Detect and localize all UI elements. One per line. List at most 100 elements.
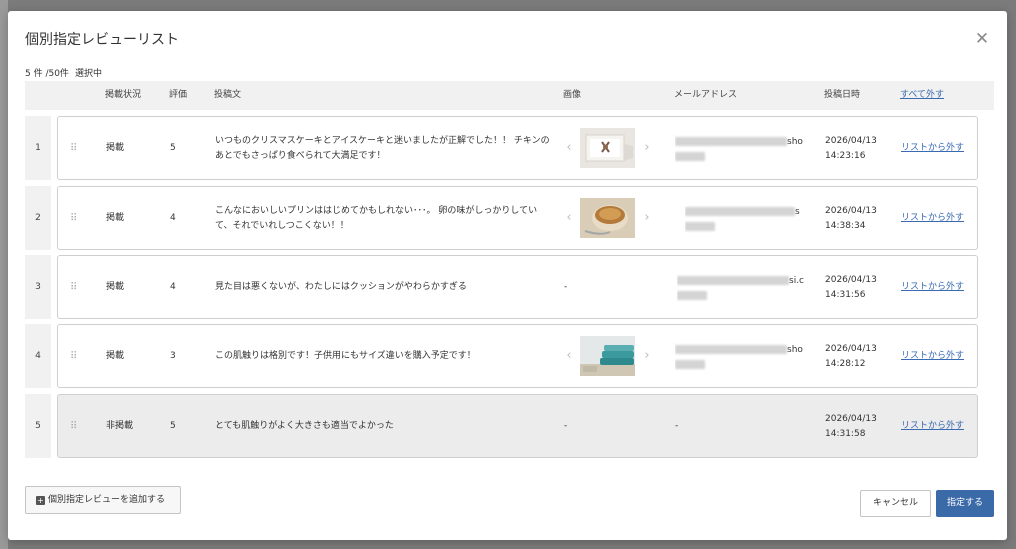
drag-handle-icon[interactable]: ⠿ — [70, 213, 78, 225]
selection-count-label: 選択中 — [74, 69, 102, 79]
background-page-edge — [0, 0, 8, 549]
row-date: 2026/04/13 14:31:58 — [825, 412, 877, 442]
review-list-modal: 個別指定レビューリスト ✕ 5 件 /50件 選択中 掲載状況 評価 投稿文 画像… — [8, 11, 1007, 540]
row-image-empty: - — [564, 282, 568, 292]
chevron-left-icon[interactable]: ‹ — [564, 348, 574, 363]
table-row: 4 ⠿ 掲載 3 この肌触りは格別です！子供用にもサイズ違いを購入予定です！ ‹ — [25, 324, 978, 388]
close-icon[interactable]: ✕ — [972, 29, 992, 49]
review-card: ⠿ 掲載 4 こんなにおいしいプリンははじめてかもしれない･･･。 卵の味がしっ… — [57, 186, 978, 250]
remove-all-link[interactable]: すべて外す — [900, 81, 944, 110]
row-image-empty: - — [564, 421, 568, 431]
row-date-time: 14:23:16 — [825, 151, 866, 161]
row-email: sho — [675, 135, 803, 165]
header-date: 投稿日時 — [824, 90, 861, 100]
row-text: この肌触りは格別です！子供用にもサイズ違いを購入予定です！ — [215, 351, 476, 361]
drag-handle-icon[interactable]: ⠿ — [70, 351, 78, 363]
cancel-button[interactable]: キャンセル — [860, 490, 931, 517]
row-text: こんなにおいしいプリンははじめてかもしれない･･･。 卵の味がしっかりしていて、… — [215, 206, 538, 231]
remove-from-list-link[interactable]: リストから外す — [901, 117, 964, 179]
row-number: 5 — [25, 394, 51, 458]
selection-count-value: 5 件 /50件 — [25, 69, 69, 79]
row-date-day: 2026/04/13 — [825, 344, 877, 354]
row-number: 4 — [25, 324, 51, 388]
image-carousel: ‹ › — [564, 198, 652, 238]
image-carousel: ‹ › — [564, 336, 652, 376]
row-rating: 5 — [170, 143, 176, 153]
row-text: とても肌触りがよく大きさも適当でよかった — [215, 421, 394, 431]
drag-handle-icon[interactable]: ⠿ — [70, 282, 78, 294]
row-status: 掲載 — [106, 143, 125, 153]
email-suffix: si.c — [789, 276, 804, 286]
table-row: 2 ⠿ 掲載 4 こんなにおいしいプリンははじめてかもしれない･･･。 卵の味が… — [25, 186, 978, 250]
row-rating: 3 — [170, 351, 176, 361]
row-email: sho — [675, 343, 803, 373]
email-redacted — [685, 207, 795, 216]
review-card: ⠿ 非掲載 5 とても肌触りがよく大きさも適当でよかった - - 2026/04… — [57, 394, 978, 458]
row-status: 掲載 — [106, 351, 125, 361]
email-redacted — [675, 345, 787, 354]
row-email: s — [685, 205, 813, 235]
add-review-button[interactable]: + 個別指定レビューを追加する — [25, 486, 181, 514]
row-date-day: 2026/04/13 — [825, 206, 877, 216]
email-redacted — [677, 276, 789, 285]
row-rating: 4 — [170, 213, 176, 223]
header-text: 投稿文 — [214, 90, 242, 100]
modal-title: 個別指定レビューリスト — [25, 32, 179, 48]
chevron-left-icon[interactable]: ‹ — [564, 140, 574, 155]
row-date-time: 14:38:34 — [825, 221, 866, 231]
header-rating: 評価 — [169, 90, 188, 100]
row-date-day: 2026/04/13 — [825, 136, 877, 146]
review-card: ⠿ 掲載 4 見た目は悪くないが、わたしにはクッションがやわらかすぎる - si… — [57, 255, 978, 319]
row-text: 見た目は悪くないが、わたしにはクッションがやわらかすぎる — [215, 282, 467, 292]
table-header: 掲載状況 評価 投稿文 画像 メールアドレス 投稿日時 すべて外す — [25, 81, 994, 110]
chevron-right-icon[interactable]: › — [642, 140, 652, 155]
review-card: ⠿ 掲載 3 この肌触りは格別です！子供用にもサイズ違いを購入予定です！ ‹ › — [57, 324, 978, 388]
header-status: 掲載状況 — [105, 90, 142, 100]
review-image-towels — [580, 336, 635, 376]
email-redacted — [675, 137, 787, 146]
row-date: 2026/04/13 14:28:12 — [825, 342, 877, 372]
row-number: 1 — [25, 116, 51, 180]
email-suffix: s — [795, 207, 800, 217]
email-suffix: sho — [787, 345, 803, 355]
review-image-pudding — [580, 198, 635, 238]
email-redacted — [677, 291, 707, 300]
selection-count: 5 件 /50件 選択中 — [25, 66, 108, 79]
remove-from-list-link[interactable]: リストから外す — [901, 325, 964, 387]
chevron-right-icon[interactable]: › — [642, 210, 652, 225]
submit-button[interactable]: 指定する — [936, 490, 994, 517]
row-date-day: 2026/04/13 — [825, 414, 877, 424]
table-row: 3 ⠿ 掲載 4 見た目は悪くないが、わたしにはクッションがやわらかすぎる - … — [25, 255, 978, 319]
add-review-label: 個別指定レビューを追加する — [48, 495, 166, 505]
remove-from-list-link[interactable]: リストから外す — [901, 187, 964, 249]
row-email: si.c — [677, 274, 805, 304]
row-date: 2026/04/13 14:23:16 — [825, 134, 877, 164]
row-date: 2026/04/13 14:31:56 — [825, 273, 877, 303]
image-carousel: ‹ › — [564, 128, 652, 168]
row-date-time: 14:31:56 — [825, 290, 866, 300]
table-row: 5 ⠿ 非掲載 5 とても肌触りがよく大きさも適当でよかった - - 2026/… — [25, 394, 978, 458]
row-status: 掲載 — [106, 282, 125, 292]
row-date-day: 2026/04/13 — [825, 275, 877, 285]
row-number: 3 — [25, 255, 51, 319]
review-image-gift-box — [580, 128, 635, 168]
email-redacted — [675, 152, 705, 161]
chevron-left-icon[interactable]: ‹ — [564, 210, 574, 225]
row-number: 2 — [25, 186, 51, 250]
remove-from-list-link[interactable]: リストから外す — [901, 395, 964, 457]
header-email: メールアドレス — [674, 90, 738, 100]
drag-handle-icon[interactable]: ⠿ — [70, 143, 78, 155]
row-email-empty: - — [675, 421, 679, 431]
remove-from-list-link[interactable]: リストから外す — [901, 256, 964, 318]
row-date: 2026/04/13 14:38:34 — [825, 204, 877, 234]
row-rating: 4 — [170, 282, 176, 292]
row-date-time: 14:31:58 — [825, 429, 866, 439]
row-rating: 5 — [170, 421, 176, 431]
chevron-right-icon[interactable]: › — [642, 348, 652, 363]
email-redacted — [675, 360, 705, 369]
row-status: 掲載 — [106, 213, 125, 223]
table-row: 1 ⠿ 掲載 5 いつものクリスマスケーキとアイスケーキと迷いましたが正解でした… — [25, 116, 978, 180]
review-card: ⠿ 掲載 5 いつものクリスマスケーキとアイスケーキと迷いましたが正解でした！！… — [57, 116, 978, 180]
drag-handle-icon[interactable]: ⠿ — [70, 421, 78, 433]
row-text: いつものクリスマスケーキとアイスケーキと迷いましたが正解でした！！ チキンのあと… — [215, 136, 550, 161]
